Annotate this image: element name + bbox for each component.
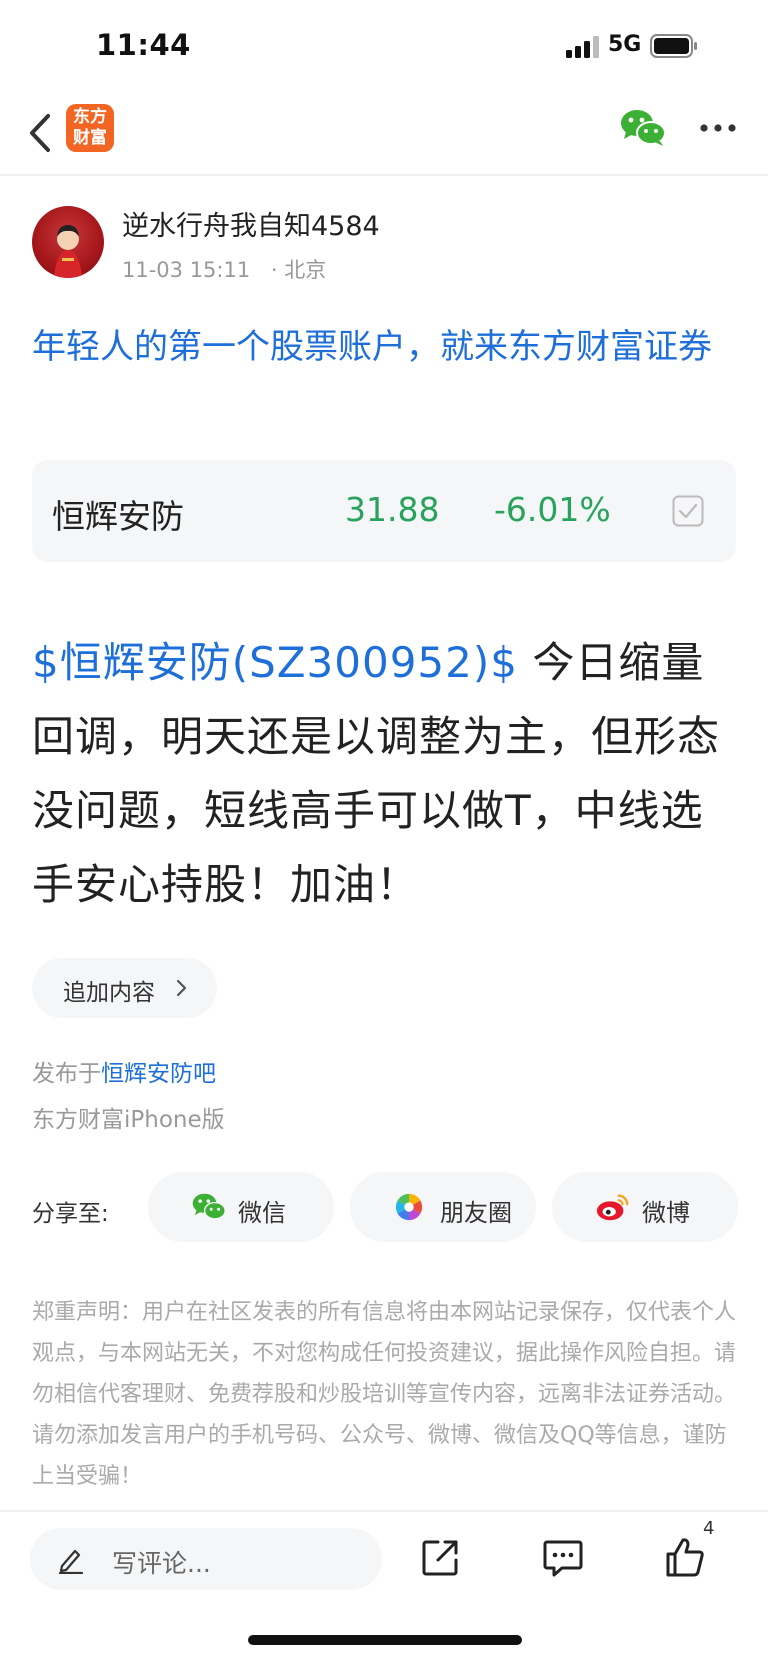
- stock-tag-link[interactable]: $恒辉安防(SZ300952)$: [32, 638, 518, 687]
- wechat-icon[interactable]: [620, 108, 666, 148]
- logo-text-top: 东方: [73, 107, 107, 127]
- more-icon[interactable]: [698, 122, 738, 134]
- share-moments-label: 朋友圈: [440, 1199, 512, 1227]
- app-logo[interactable]: 东方 财富: [66, 104, 114, 152]
- weibo-icon: [596, 1194, 629, 1221]
- status-bar: 11:44 5G: [0, 0, 768, 92]
- chevron-right-icon: [176, 979, 187, 997]
- home-indicator: [248, 1635, 522, 1645]
- append-content-button[interactable]: 追加内容: [32, 958, 217, 1018]
- share-weibo-label: 微博: [642, 1199, 690, 1227]
- share-weibo-button[interactable]: 微博: [552, 1172, 738, 1242]
- share-wechat-button[interactable]: 微信: [148, 1172, 334, 1242]
- avatar-figure-icon: [54, 225, 82, 278]
- post-time: 11-03 15:11: [122, 258, 251, 282]
- battery-icon: [650, 34, 697, 58]
- published-in: 发布于恒辉安防吧: [32, 1054, 216, 1088]
- bottom-action-bar: 写评论... 4: [0, 1510, 768, 1663]
- published-in-prefix: 发布于: [32, 1061, 101, 1087]
- logo-text-bottom: 财富: [73, 128, 107, 148]
- author-name[interactable]: 逆水行舟我自知4584: [122, 204, 380, 243]
- append-content-label: 追加内容: [63, 980, 155, 1006]
- share-icon[interactable]: [420, 1538, 460, 1578]
- comment-input[interactable]: 写评论...: [30, 1528, 382, 1590]
- share-label: 分享至:: [32, 1201, 109, 1227]
- stock-quote-card[interactable]: 恒辉安防 31.88 -6.01%: [32, 460, 736, 562]
- pencil-icon: [58, 1549, 84, 1574]
- post-source: 东方财富iPhone版: [32, 1107, 225, 1133]
- share-wechat-label: 微信: [238, 1199, 286, 1227]
- nav-bar: 东方 财富: [0, 92, 768, 176]
- post-location: · 北京: [270, 258, 327, 282]
- promo-link[interactable]: 年轻人的第一个股票账户，就来东方财富证券: [32, 320, 737, 374]
- like-count: 4: [703, 1518, 715, 1539]
- post-content: $恒辉安防(SZ300952)$ 今日缩量回调，明天还是以调整为主，但形态没问题…: [32, 626, 744, 922]
- stock-change: -6.01%: [494, 490, 611, 529]
- disclaimer: 郑重声明：用户在社区发表的所有信息将由本网站记录保存，仅代表个人观点，与本网站无…: [32, 1300, 737, 1489]
- signal-icon: [566, 36, 599, 58]
- network-label: 5G: [608, 32, 642, 57]
- comment-icon[interactable]: [542, 1538, 584, 1578]
- back-arrow-icon[interactable]: [26, 110, 56, 156]
- stock-name: 恒辉安防: [52, 497, 184, 536]
- thumbs-up-icon[interactable]: [664, 1536, 706, 1578]
- share-moments-button[interactable]: 朋友圈: [350, 1172, 536, 1242]
- stock-price: 31.88: [345, 490, 440, 529]
- stock-bar-link[interactable]: 恒辉安防吧: [101, 1061, 216, 1087]
- add-watchlist-icon[interactable]: [672, 495, 704, 527]
- moments-icon: [395, 1193, 423, 1221]
- avatar[interactable]: [32, 206, 104, 278]
- post-meta: 11-03 15:11 · 北京: [122, 254, 340, 284]
- status-time: 11:44: [96, 28, 191, 62]
- wechat-icon: [192, 1193, 226, 1220]
- comment-placeholder: 写评论...: [112, 1549, 211, 1578]
